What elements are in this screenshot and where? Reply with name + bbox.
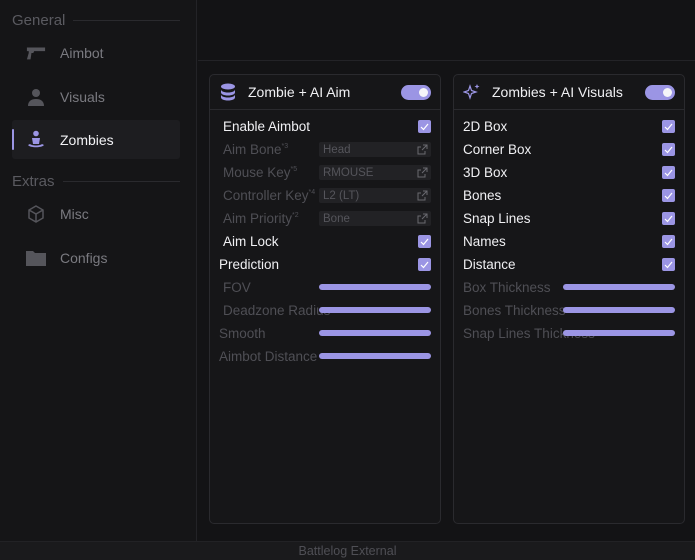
aim-priority-select[interactable]: Bone xyxy=(319,211,431,226)
aim-panel-header: Zombie + AI Aim xyxy=(210,75,440,110)
zombie-icon xyxy=(26,130,46,150)
deadzone-slider[interactable] xyxy=(319,307,431,313)
deadzone-row: Deadzone Radius xyxy=(210,300,440,320)
aimbot-distance-row: Aimbot Distance xyxy=(210,346,440,366)
snap-lines-row: Snap Lines xyxy=(454,208,684,228)
smooth-row: Smooth xyxy=(210,323,440,343)
aim-bone-row: Aim Bone*3 Head xyxy=(210,139,440,159)
bones-checkbox[interactable] xyxy=(662,189,675,202)
aim-lock-label: Aim Lock xyxy=(223,233,279,249)
mouse-key-label: Mouse Key*5 xyxy=(223,164,298,180)
smooth-label: Smooth xyxy=(219,325,266,341)
bones-thickness-row: Bones Thickness xyxy=(454,300,684,320)
sidebar-item-zombies[interactable]: Zombies xyxy=(12,120,180,159)
visuals-panel-toggle[interactable] xyxy=(645,84,675,100)
external-link-icon xyxy=(417,144,428,155)
box2d-checkbox[interactable] xyxy=(662,120,675,133)
fov-row: FOV xyxy=(210,277,440,297)
aim-lock-checkbox[interactable] xyxy=(418,235,431,248)
distance-checkbox[interactable] xyxy=(662,258,675,271)
aim-lock-row: Aim Lock xyxy=(210,231,440,251)
aim-panel-title: Zombie + AI Aim xyxy=(248,84,351,100)
box-thickness-label: Box Thickness xyxy=(463,279,551,295)
user-icon xyxy=(26,87,46,107)
controller-key-row: Controller Key*4 L2 (LT) xyxy=(210,185,440,205)
bones-label: Bones xyxy=(463,187,502,203)
fov-slider[interactable] xyxy=(319,284,431,290)
box-thickness-row: Box Thickness xyxy=(454,277,684,297)
box3d-checkbox[interactable] xyxy=(662,166,675,179)
aim-priority-row: Aim Priority*2 Bone xyxy=(210,208,440,228)
header-divider xyxy=(198,60,695,61)
corner-box-label: Corner Box xyxy=(463,141,532,157)
snap-thickness-slider[interactable] xyxy=(563,330,675,336)
sidebar: General Aimbot Visuals Zombies Extras Mi… xyxy=(0,0,197,541)
fov-label: FOV xyxy=(223,279,251,295)
bones-row: Bones xyxy=(454,185,684,205)
distance-label: Distance xyxy=(463,256,516,272)
corner-box-row: Corner Box xyxy=(454,139,684,159)
enable-aimbot-row: Enable Aimbot xyxy=(210,116,440,136)
external-link-icon xyxy=(417,213,428,224)
divider xyxy=(62,181,180,182)
visuals-panel-title: Zombies + AI Visuals xyxy=(492,84,623,100)
sidebar-item-misc[interactable]: Misc xyxy=(12,194,180,233)
enable-aimbot-checkbox[interactable] xyxy=(418,120,431,133)
enable-aimbot-label: Enable Aimbot xyxy=(223,118,311,134)
names-checkbox[interactable] xyxy=(662,235,675,248)
prediction-checkbox[interactable] xyxy=(418,258,431,271)
aim-panel-toggle[interactable] xyxy=(401,84,431,100)
aim-bone-label: Aim Bone*3 xyxy=(223,141,289,157)
sidebar-item-visuals[interactable]: Visuals xyxy=(12,77,180,116)
controller-key-label: Controller Key*4 xyxy=(223,187,316,203)
box-thickness-slider[interactable] xyxy=(563,284,675,290)
section-heading-extras: Extras xyxy=(12,173,180,190)
aim-panel: Zombie + AI Aim Enable Aimbot Aim Bone*3… xyxy=(209,74,441,524)
corner-box-checkbox[interactable] xyxy=(662,143,675,156)
pistol-icon xyxy=(26,43,46,63)
section-heading-general: General xyxy=(12,12,180,29)
cube-icon xyxy=(26,204,46,224)
box2d-label: 2D Box xyxy=(463,118,508,134)
box2d-row: 2D Box xyxy=(454,116,684,136)
divider xyxy=(73,20,180,21)
visuals-panel: Zombies + AI Visuals 2D Box Corner Box 3… xyxy=(453,74,685,524)
names-row: Names xyxy=(454,231,684,251)
snap-lines-checkbox[interactable] xyxy=(662,212,675,225)
footer-text: Battlelog External xyxy=(298,544,397,558)
deadzone-label: Deadzone Radius xyxy=(223,302,331,318)
mouse-key-row: Mouse Key*5 RMOUSE xyxy=(210,162,440,182)
sidebar-item-configs[interactable]: Configs xyxy=(12,238,180,277)
box3d-row: 3D Box xyxy=(454,162,684,182)
sparkles-icon xyxy=(462,82,482,102)
box3d-label: 3D Box xyxy=(463,164,508,180)
mouse-key-select[interactable]: RMOUSE xyxy=(319,165,431,180)
footer: Battlelog External xyxy=(0,541,695,560)
snap-thickness-row: Snap Lines Thickness xyxy=(454,323,684,343)
aimbot-distance-label: Aimbot Distance xyxy=(219,348,318,364)
visuals-panel-header: Zombies + AI Visuals xyxy=(454,75,684,110)
aim-priority-label: Aim Priority*2 xyxy=(223,210,299,226)
bones-thickness-label: Bones Thickness xyxy=(463,302,566,318)
controller-key-select[interactable]: L2 (LT) xyxy=(319,188,431,203)
database-icon xyxy=(218,82,238,102)
bones-thickness-slider[interactable] xyxy=(563,307,675,313)
external-link-icon xyxy=(417,167,428,178)
smooth-slider[interactable] xyxy=(319,330,431,336)
folder-icon xyxy=(26,248,46,268)
distance-row: Distance xyxy=(454,254,684,274)
sidebar-item-aimbot[interactable]: Aimbot xyxy=(12,33,180,72)
snap-lines-label: Snap Lines xyxy=(463,210,531,226)
external-link-icon xyxy=(417,190,428,201)
aimbot-distance-slider[interactable] xyxy=(319,353,431,359)
prediction-row: Prediction xyxy=(210,254,440,274)
prediction-label: Prediction xyxy=(219,256,280,272)
names-label: Names xyxy=(463,233,506,249)
aim-bone-select[interactable]: Head xyxy=(319,142,431,157)
